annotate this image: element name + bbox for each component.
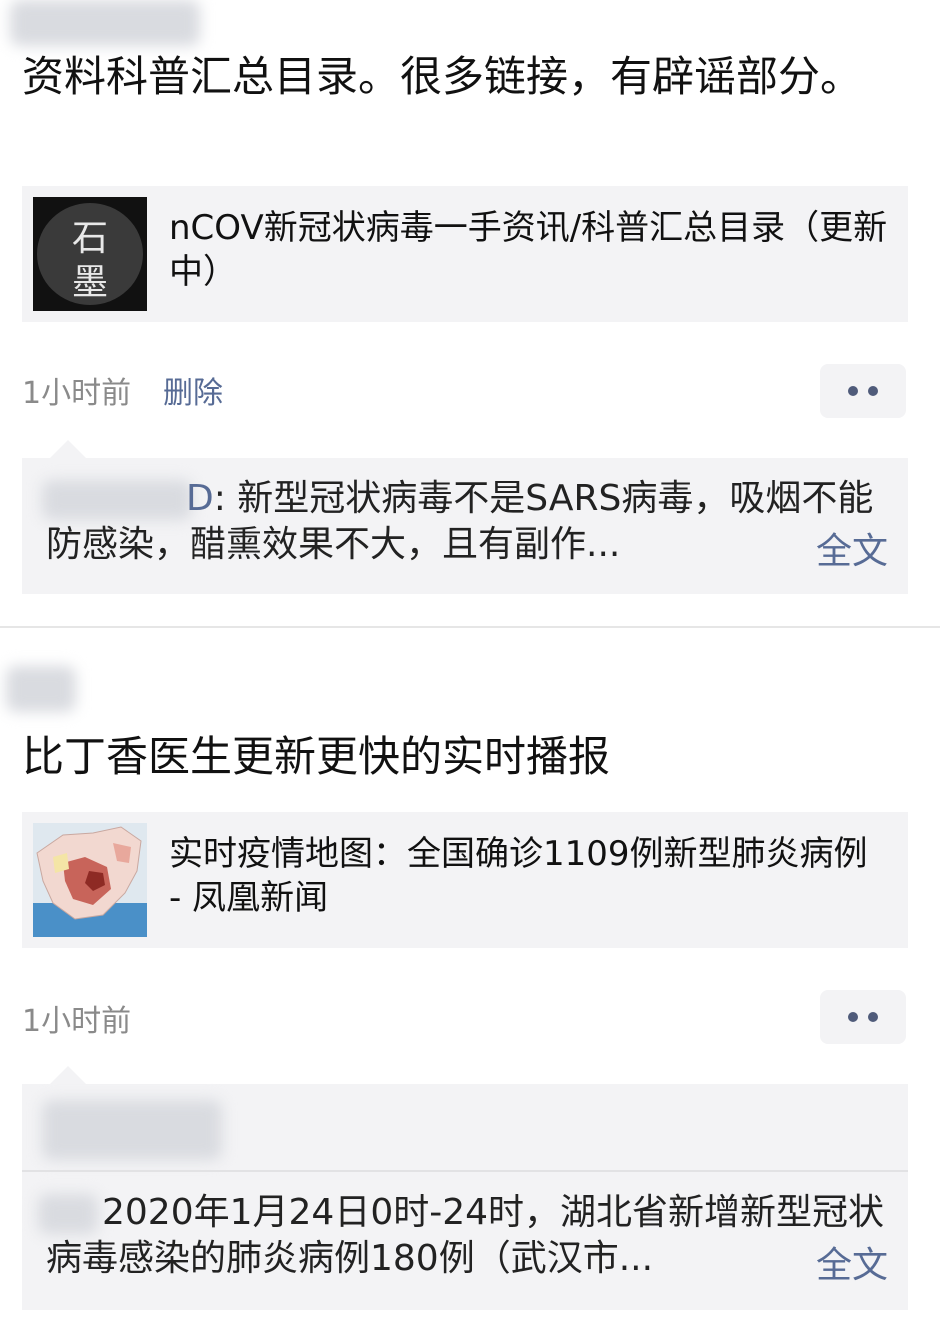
link-title: 实时疫情地图：全国确诊1109例新型肺炎病例 - 凤凰新闻: [169, 834, 868, 918]
delete-link[interactable]: 删除: [163, 368, 223, 412]
comment-arrow: [50, 1066, 86, 1084]
link-card[interactable]: 实时疫情地图：全国确诊1109例新型肺炎病例 - 凤凰新闻: [22, 812, 908, 948]
comment-text: D: 新型冠状病毒不是SARS病毒，吸烟不能防感染，醋熏效果不大，且有副作...: [46, 476, 886, 568]
more-dots-icon: [848, 386, 858, 396]
link-title: nCOV新冠状病毒一手资讯/科普汇总目录（更新中）: [169, 208, 888, 292]
post-time: 1小时前: [22, 1004, 132, 1039]
thumb-char-2: 墨: [71, 262, 108, 303]
comment-box[interactable]: D: 新型冠状病毒不是SARS病毒，吸烟不能防感染，醋熏效果不大，且有副作...…: [22, 458, 908, 594]
comment-author-suffix: D: [186, 478, 214, 519]
comment-body: 2020年1月24日0时-24时，湖北省新增新型冠状病毒感染的肺炎病例180例（…: [46, 1192, 885, 1279]
link-thumbnail: 石 墨: [33, 197, 147, 311]
full-text-link[interactable]: 全文: [816, 522, 888, 574]
more-button[interactable]: [820, 990, 906, 1044]
post-2: 比丁香医生更新更快的实时播报 实时疫情地图：全国确诊1109例新型肺炎病例 - …: [0, 640, 940, 1334]
link-card[interactable]: 石 墨 nCOV新冠状病毒一手资讯/科普汇总目录（更新中）: [22, 186, 908, 322]
post-1: 资料科普汇总目录。很多链接，有辟谣部分。 石 墨 nCOV新冠状病毒一手资讯/科…: [0, 0, 940, 610]
full-text-link[interactable]: 全文: [816, 1236, 888, 1288]
comment-text: 2020年1月24日0时-24时，湖北省新增新型冠状病毒感染的肺炎病例180例（…: [46, 1190, 886, 1282]
more-dot: [868, 386, 878, 396]
comment-body: : 新型冠状病毒不是SARS病毒，吸烟不能防感染，醋熏效果不大，且有副作...: [46, 478, 874, 565]
more-button[interactable]: [820, 364, 906, 418]
likes-divider: [22, 1170, 908, 1172]
more-dot: [868, 1012, 878, 1022]
comment-box[interactable]: 2020年1月24日0时-24时，湖北省新增新型冠状病毒感染的肺炎病例180例（…: [22, 1084, 908, 1310]
post-time: 1小时前: [22, 376, 132, 411]
blurred-like-list: [42, 1100, 222, 1160]
post-text: 比丁香医生更新更快的实时播报: [22, 732, 611, 781]
more-dots-icon: [848, 1012, 858, 1022]
comment-arrow: [50, 440, 86, 458]
china-map-thumbnail: [33, 823, 147, 937]
post-text: 资料科普汇总目录。很多链接，有辟谣部分。: [22, 52, 863, 101]
post-divider: [0, 626, 940, 628]
